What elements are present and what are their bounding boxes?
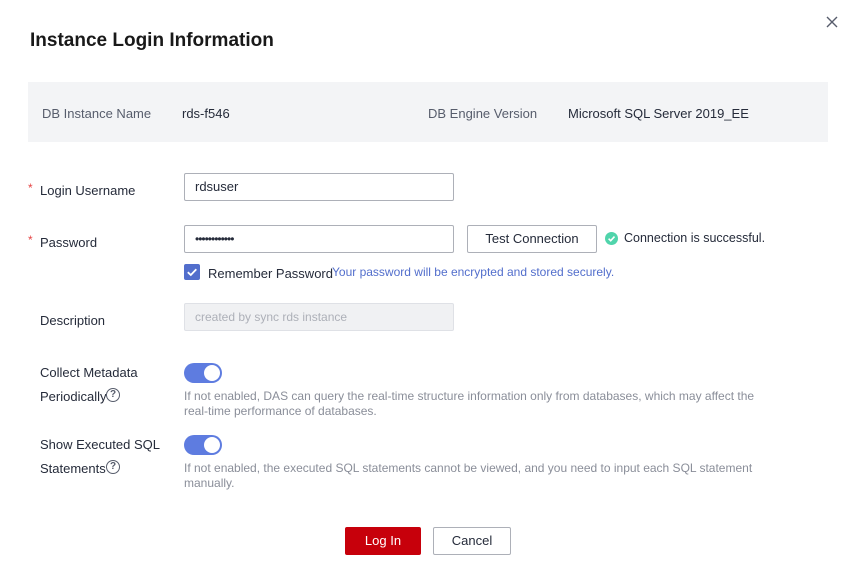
required-mark: * [28, 181, 33, 195]
username-input[interactable]: rdsuser [184, 173, 454, 201]
remember-password-checkbox[interactable] [184, 264, 200, 280]
dialog-title: Instance Login Information [30, 30, 274, 51]
metadata-hint-line2: real-time performance of databases. [184, 404, 377, 418]
metadata-toggle[interactable] [184, 363, 222, 383]
login-button[interactable]: Log In [345, 527, 421, 555]
help-icon[interactable]: ? [106, 388, 120, 402]
password-label: Password [40, 235, 98, 250]
check-icon [187, 268, 197, 277]
instance-name-value: rds-f546 [182, 106, 230, 121]
cancel-button[interactable]: Cancel [433, 527, 511, 555]
sql-hint-line1: If not enabled, the executed SQL stateme… [184, 461, 753, 475]
remember-password-label[interactable]: Remember Password [208, 266, 333, 281]
metadata-label-line1: Collect Metadata [40, 365, 138, 380]
engine-version-value: Microsoft SQL Server 2019_EE [568, 106, 749, 121]
description-label: Description [40, 313, 106, 328]
instance-name-label: DB Instance Name [42, 106, 152, 121]
test-connection-button[interactable]: Test Connection [467, 225, 597, 253]
password-input[interactable]: •••••••••••• [184, 225, 454, 253]
description-input: created by sync rds instance [184, 303, 454, 331]
sql-toggle[interactable] [184, 435, 222, 455]
metadata-label-line2: Periodically [40, 389, 107, 404]
metadata-hint-line1: If not enabled, DAS can query the real-t… [184, 389, 755, 403]
help-icon[interactable]: ? [106, 460, 120, 474]
sql-label-line1: Show Executed SQL [40, 437, 160, 452]
close-icon[interactable] [823, 13, 841, 31]
connection-status-text: Connection is successful. [624, 231, 766, 245]
success-icon [605, 232, 618, 245]
remember-password-note: Your password will be encrypted and stor… [332, 265, 615, 279]
engine-version-label: DB Engine Version [428, 106, 538, 121]
instance-info-panel: DB Instance Name rds-f546 DB Engine Vers… [28, 82, 828, 142]
sql-hint-line2: manually. [184, 476, 235, 490]
required-mark: * [28, 233, 33, 247]
username-label: Login Username [40, 183, 136, 198]
sql-label-line2: Statements [40, 461, 106, 476]
